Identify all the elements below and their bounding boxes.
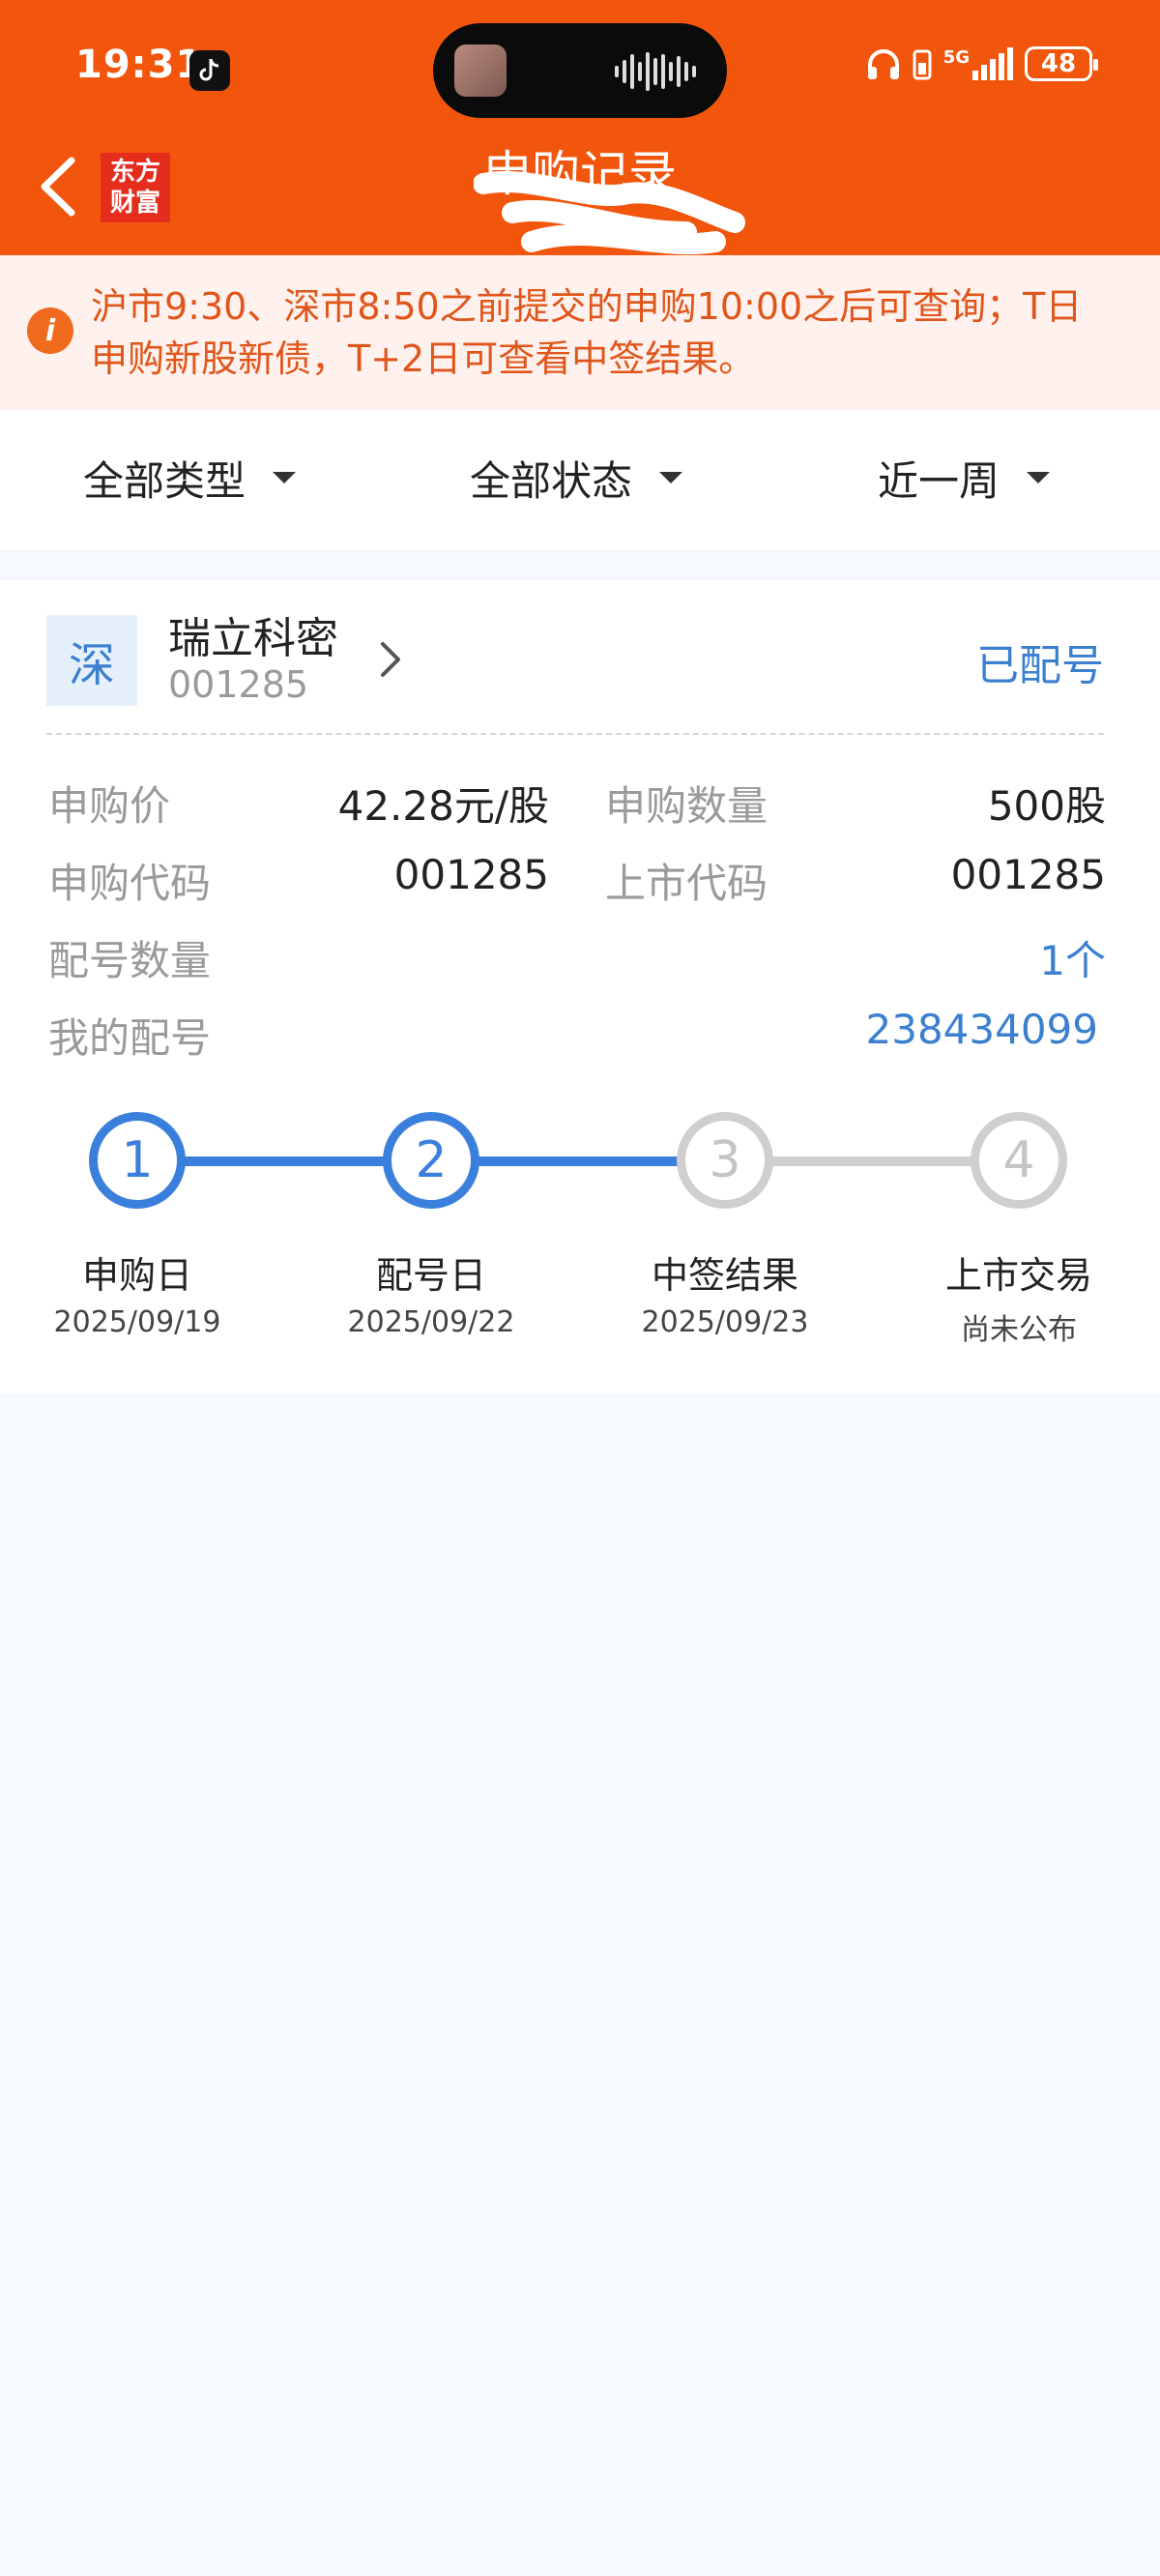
alloc-count-value: 1个 (1039, 937, 1106, 984)
status-time: 19:31 (75, 43, 204, 87)
qty-value: 500股 (987, 782, 1106, 830)
step-3-date: 2025/09/23 (641, 1305, 809, 1339)
app-header: 19:31 5G 48 东方 财富 申购记录 (0, 0, 1160, 255)
info-icon: i (27, 307, 73, 354)
step-4-label: 上市交易 (944, 1254, 1092, 1297)
step-1-circle: 1 (89, 1112, 186, 1209)
price-label: 申购价 (48, 782, 171, 830)
notice-text: 沪市9:30、深市8:50之前提交的申购10:00之后可查询；T日申购新股新债，… (91, 285, 1083, 380)
filter-period-label: 近一周 (878, 456, 1000, 505)
dynamic-island[interactable] (433, 23, 727, 118)
filter-period[interactable]: 近一周 (878, 449, 1051, 507)
music-thumbnail (454, 44, 507, 97)
step-2-label: 配号日 (375, 1254, 486, 1297)
sub-code-value: 001285 (393, 851, 549, 898)
filter-type[interactable]: 全部类型 (83, 449, 297, 507)
redaction-scribble (474, 170, 745, 255)
signal-icon: 5G (943, 47, 1013, 80)
headphones-icon (867, 49, 899, 79)
market-badge: 深 (46, 615, 137, 706)
list-code-value: 001285 (950, 851, 1106, 898)
tiktok-icon (189, 50, 230, 91)
stock-code: 001285 (168, 663, 309, 706)
list-code-label: 上市代码 (605, 860, 768, 907)
step-1-label: 申购日 (81, 1254, 192, 1297)
filter-bar: 全部类型 全部状态 近一周 (0, 410, 1160, 549)
filter-status[interactable]: 全部状态 (470, 449, 683, 507)
sub-code-label: 申购代码 (48, 860, 212, 907)
qty-label: 申购数量 (605, 782, 768, 830)
step-1-date: 2025/09/19 (53, 1305, 221, 1339)
audio-wave-icon (615, 52, 696, 91)
step-2-circle: 2 (383, 1112, 479, 1209)
status-badge: 已配号 (976, 641, 1104, 690)
caret-down-icon (1027, 472, 1051, 483)
filter-status-label: 全部状态 (470, 456, 633, 505)
network-type: 5G (942, 47, 970, 68)
caret-down-icon (273, 472, 297, 483)
step-3-circle: 3 (677, 1112, 773, 1209)
chevron-right-icon[interactable] (377, 638, 404, 681)
phone-battery-icon (913, 49, 932, 80)
filter-type-label: 全部类型 (83, 456, 246, 505)
price-value: 42.28元/股 (337, 782, 549, 830)
my-alloc-label: 我的配号 (48, 1014, 212, 1062)
step-4-circle: 4 (971, 1112, 1067, 1209)
my-alloc-value[interactable]: 238434099 (773, 1006, 1099, 1053)
caret-down-icon (659, 472, 683, 483)
battery-indicator: 48 (1025, 46, 1098, 81)
step-2-date: 2025/09/22 (347, 1305, 515, 1339)
step-4-date: 尚未公布 (961, 1313, 1077, 1347)
step-3-label: 中签结果 (651, 1254, 798, 1297)
status-icons: 5G 48 (866, 46, 1098, 81)
battery-level: 48 (1040, 49, 1077, 78)
stock-name[interactable]: 瑞立科密 (168, 603, 338, 665)
divider (46, 733, 1104, 735)
alloc-count-label: 配号数量 (48, 937, 212, 984)
